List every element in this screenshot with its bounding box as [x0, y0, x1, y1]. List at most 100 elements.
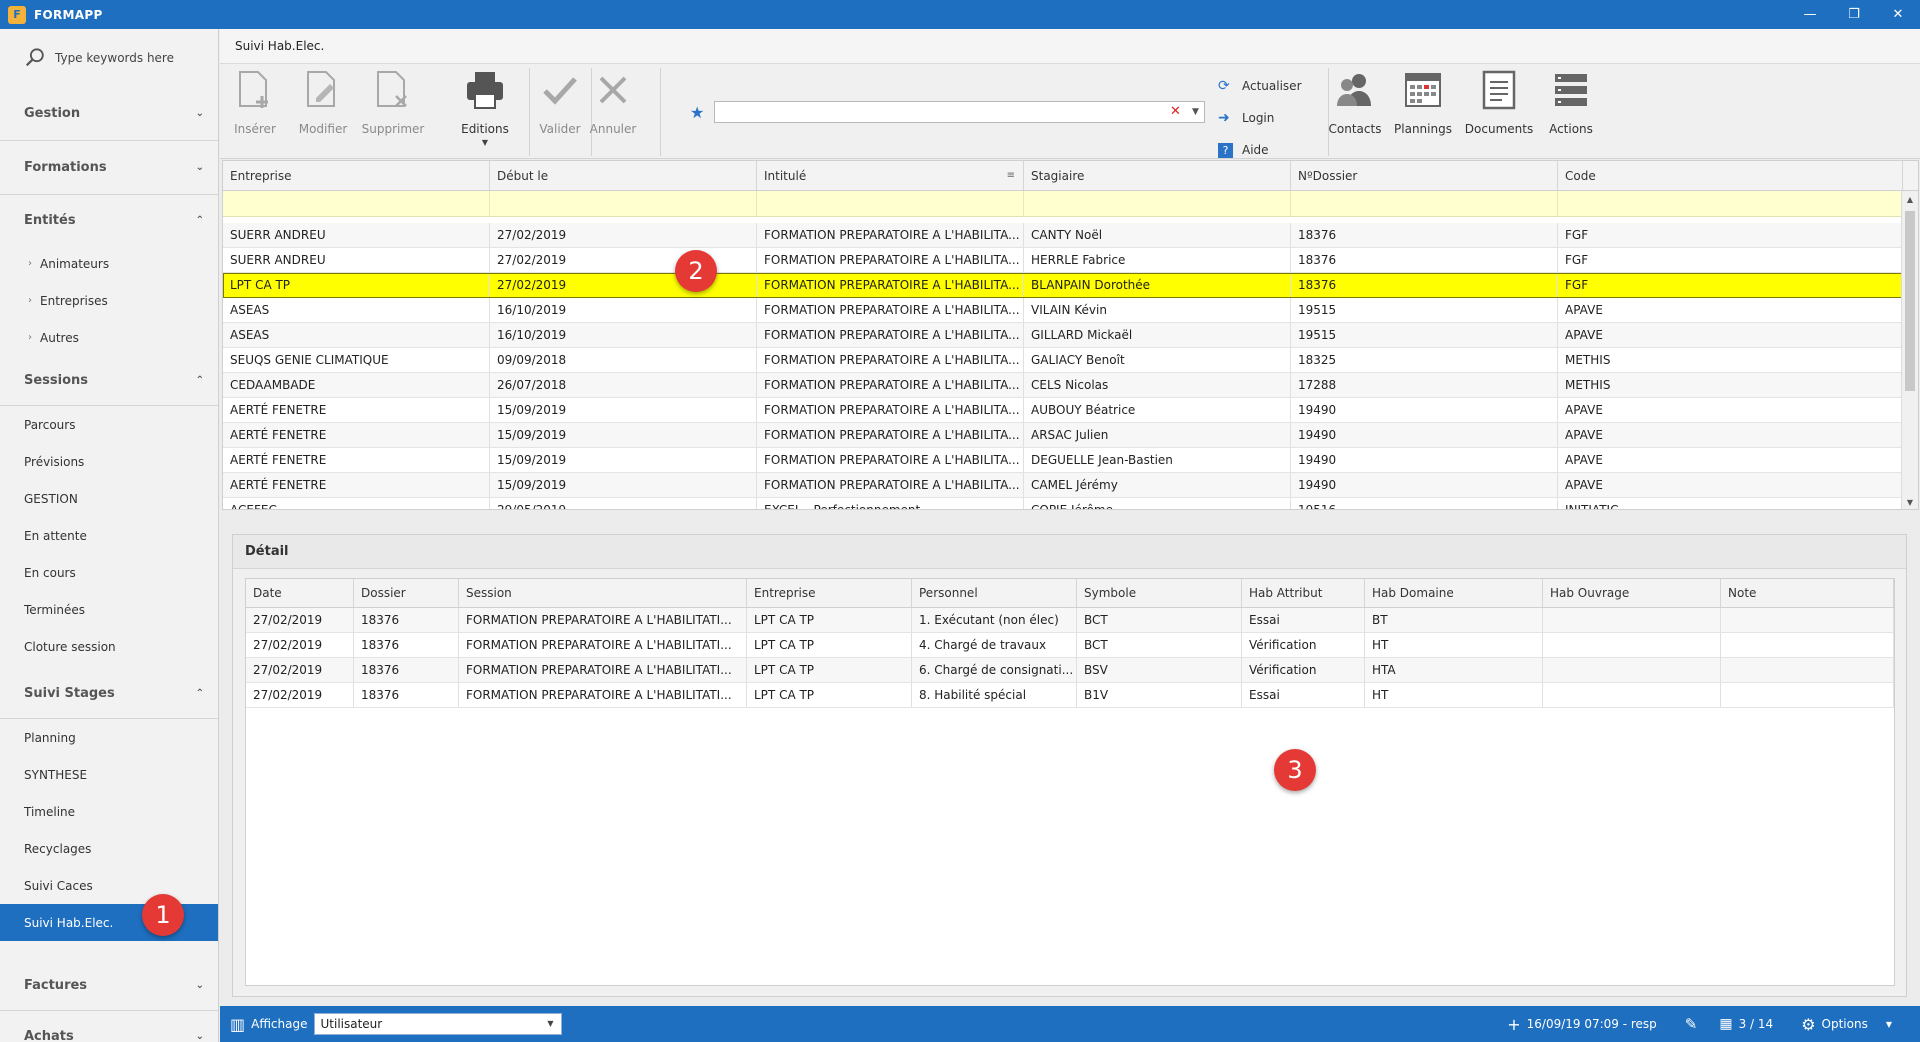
- plannings-button[interactable]: Plannings: [1388, 68, 1458, 136]
- sidebar-item-autres[interactable]: › Autres: [0, 319, 218, 356]
- detail-grid: Date Dossier Session Entreprise Personnel Sym…: [245, 578, 1895, 986]
- detail-row[interactable]: 27/02/2019 18376 FORMATION PREPARATOIRE A …: [246, 658, 1894, 683]
- detail-row[interactable]: 27/02/2019 18376 FORMATION PREPARATOIRE A …: [246, 683, 1894, 708]
- table-row[interactable]: SEUQS GENIE CLIMATIQUE 09/09/2018 FORMATIO…: [223, 348, 1918, 373]
- sidebar-item-timeline[interactable]: Timeline: [0, 793, 218, 830]
- detail-column-header[interactable]: Note: [1721, 579, 1894, 607]
- column-header-dossier[interactable]: NºDossier: [1291, 161, 1558, 190]
- filter-cell[interactable]: [223, 191, 490, 216]
- filter-cell[interactable]: [490, 191, 757, 216]
- detail-row[interactable]: 27/02/2019 18376 FORMATION PREPARATOIRE A …: [246, 608, 1894, 633]
- table-row[interactable]: LPT CA TP 27/02/2019 FORMATION PREPARATOIR…: [223, 273, 1918, 298]
- sidebar-search[interactable]: Type keywords here: [0, 29, 218, 87]
- refresh-link[interactable]: ⟳ Actualiser: [1218, 70, 1302, 102]
- column-header-stagiaire[interactable]: Stagiaire: [1024, 161, 1291, 190]
- cancel-button[interactable]: Annuler: [578, 68, 648, 136]
- sidebar-item-terminees[interactable]: Terminées: [0, 591, 218, 628]
- filter-cell[interactable]: [1291, 191, 1558, 216]
- column-header-code[interactable]: Code: [1558, 161, 1903, 190]
- sidebar-item-en-attente[interactable]: En attente: [0, 517, 218, 554]
- clear-search-icon[interactable]: ✕: [1170, 104, 1181, 119]
- detail-row[interactable]: 27/02/2019 18376 FORMATION PREPARATOIRE A …: [246, 633, 1894, 658]
- modify-button[interactable]: Modifier: [288, 68, 358, 136]
- timestamp-item[interactable]: +16/09/19 07:09 - resp: [1507, 1015, 1671, 1034]
- editions-button[interactable]: Editions ▼: [450, 68, 520, 147]
- group-formations[interactable]: Formations ⌄: [0, 141, 218, 195]
- insert-button[interactable]: Insérer: [220, 68, 290, 136]
- table-row[interactable]: ASEAS 16/10/2019 FORMATION PREPARATOIRE A …: [223, 298, 1918, 323]
- scroll-down-icon[interactable]: ▼: [1902, 494, 1918, 509]
- group-factures[interactable]: Factures ⌄: [0, 961, 218, 1011]
- detail-cell: FORMATION PREPARATOIRE A L'HABILITATI...: [459, 683, 747, 707]
- detail-cell: B1V: [1077, 683, 1242, 707]
- actions-button[interactable]: Actions: [1536, 68, 1606, 136]
- minimize-icon[interactable]: —: [1788, 0, 1832, 29]
- pencil-icon[interactable]: ✎: [1685, 1015, 1698, 1033]
- sidebar-item-cloture-session[interactable]: Cloture session: [0, 628, 218, 665]
- affichage-select[interactable]: Utilisateur ▼: [313, 1013, 562, 1035]
- table-row[interactable]: ASEAS 16/10/2019 FORMATION PREPARATOIRE A …: [223, 323, 1918, 348]
- filter-cell[interactable]: [757, 191, 1024, 216]
- group-achats[interactable]: Achats ⌄: [0, 1011, 218, 1042]
- close-icon[interactable]: ✕: [1876, 0, 1920, 29]
- sidebar-item-parcours[interactable]: Parcours: [0, 406, 218, 443]
- table-row[interactable]: AERTÉ FENETRE 15/09/2019 FORMATION PREPARA…: [223, 448, 1918, 473]
- detail-column-header[interactable]: Hab Ouvrage: [1543, 579, 1721, 607]
- restore-icon[interactable]: ❐: [1832, 0, 1876, 29]
- group-entites[interactable]: Entités ⌃: [0, 195, 218, 245]
- sidebar-item-suivi-hab-elec[interactable]: Suivi Hab.Elec.: [0, 904, 218, 941]
- options-button[interactable]: ⚙ Options ▼: [1801, 1015, 1906, 1034]
- column-header-intitule[interactable]: Intitulé ≡: [757, 161, 1024, 190]
- table-row[interactable]: CEDAAMBADE 26/07/2018 FORMATION PREPARATOI…: [223, 373, 1918, 398]
- chevron-down-icon: ⌄: [195, 108, 204, 119]
- scroll-up-icon[interactable]: ▲: [1902, 191, 1918, 208]
- grid-icon: ▦: [1719, 1016, 1733, 1032]
- table-cell: 15/09/2019: [490, 398, 757, 422]
- detail-column-header[interactable]: Hab Attribut: [1242, 579, 1365, 607]
- filter-cell[interactable]: [1024, 191, 1291, 216]
- grid-scrollbar[interactable]: ▲ ▼: [1901, 191, 1918, 509]
- sidebar-item-gestion[interactable]: GESTION: [0, 480, 218, 517]
- detail-cell: 18376: [354, 608, 459, 632]
- sidebar-item-previsions[interactable]: Prévisions: [0, 443, 218, 480]
- documents-button[interactable]: Documents: [1464, 68, 1534, 136]
- login-link[interactable]: ➜ Login: [1218, 102, 1302, 134]
- sidebar-item-en-cours[interactable]: En cours: [0, 554, 218, 591]
- columns-icon[interactable]: ▥: [230, 1015, 245, 1034]
- detail-column-header[interactable]: Dossier: [354, 579, 459, 607]
- sidebar-item-synthese[interactable]: SYNTHESE: [0, 756, 218, 793]
- group-suivi-stages[interactable]: Suivi Stages ⌃: [0, 669, 218, 719]
- group-gestion[interactable]: Gestion ⌄: [0, 87, 218, 141]
- table-row[interactable]: SUERR ANDREU 27/02/2019 FORMATION PREPARAT…: [223, 223, 1918, 248]
- pages-item[interactable]: ▦ 3 / 14: [1719, 1016, 1787, 1032]
- sidebar-item-entreprises[interactable]: › Entreprises: [0, 282, 218, 319]
- table-row[interactable]: SUERR ANDREU 27/02/2019 FORMATION PREPARAT…: [223, 248, 1918, 273]
- column-header-entreprise[interactable]: Entreprise: [223, 161, 490, 190]
- search-input[interactable]: [714, 101, 1205, 123]
- sidebar-item-planning[interactable]: Planning: [0, 719, 218, 756]
- sidebar-item-suivi-caces[interactable]: Suivi Caces: [0, 867, 218, 904]
- detail-column-header[interactable]: Personnel: [912, 579, 1077, 607]
- contacts-button[interactable]: Contacts: [1320, 68, 1390, 136]
- detail-column-header[interactable]: Session: [459, 579, 747, 607]
- table-row[interactable]: AERTÉ FENETRE 15/09/2019 FORMATION PREPARA…: [223, 473, 1918, 498]
- annotation-badge-1: 1: [142, 894, 184, 936]
- detail-column-header[interactable]: Symbole: [1077, 579, 1242, 607]
- detail-column-header[interactable]: Hab Domaine: [1365, 579, 1543, 607]
- sidebar-item-animateurs[interactable]: › Animateurs: [0, 245, 218, 282]
- favorite-star-icon[interactable]: ★: [690, 103, 710, 122]
- table-row[interactable]: ACEFEC 29/05/2019 EXCEL - Perfectionnement…: [223, 498, 1918, 509]
- delete-button[interactable]: Supprimer: [358, 68, 428, 136]
- group-sessions[interactable]: Sessions ⌃: [0, 356, 218, 406]
- sidebar-item-recyclages[interactable]: Recyclages: [0, 830, 218, 867]
- table-row[interactable]: AERTÉ FENETRE 15/09/2019 FORMATION PREPARA…: [223, 423, 1918, 448]
- detail-column-header[interactable]: Date: [246, 579, 354, 607]
- filter-cell[interactable]: [1558, 191, 1903, 216]
- scroll-thumb[interactable]: [1905, 211, 1915, 391]
- search-dropdown-icon[interactable]: ▼: [1192, 107, 1199, 117]
- table-row[interactable]: AERTÉ FENETRE 15/09/2019 FORMATION PREPARA…: [223, 398, 1918, 423]
- detail-column-header[interactable]: Entreprise: [747, 579, 912, 607]
- column-header-debut[interactable]: Début le: [490, 161, 757, 190]
- table-cell: FGF: [1558, 273, 1903, 297]
- auto-filter-row[interactable]: [223, 191, 1918, 217]
